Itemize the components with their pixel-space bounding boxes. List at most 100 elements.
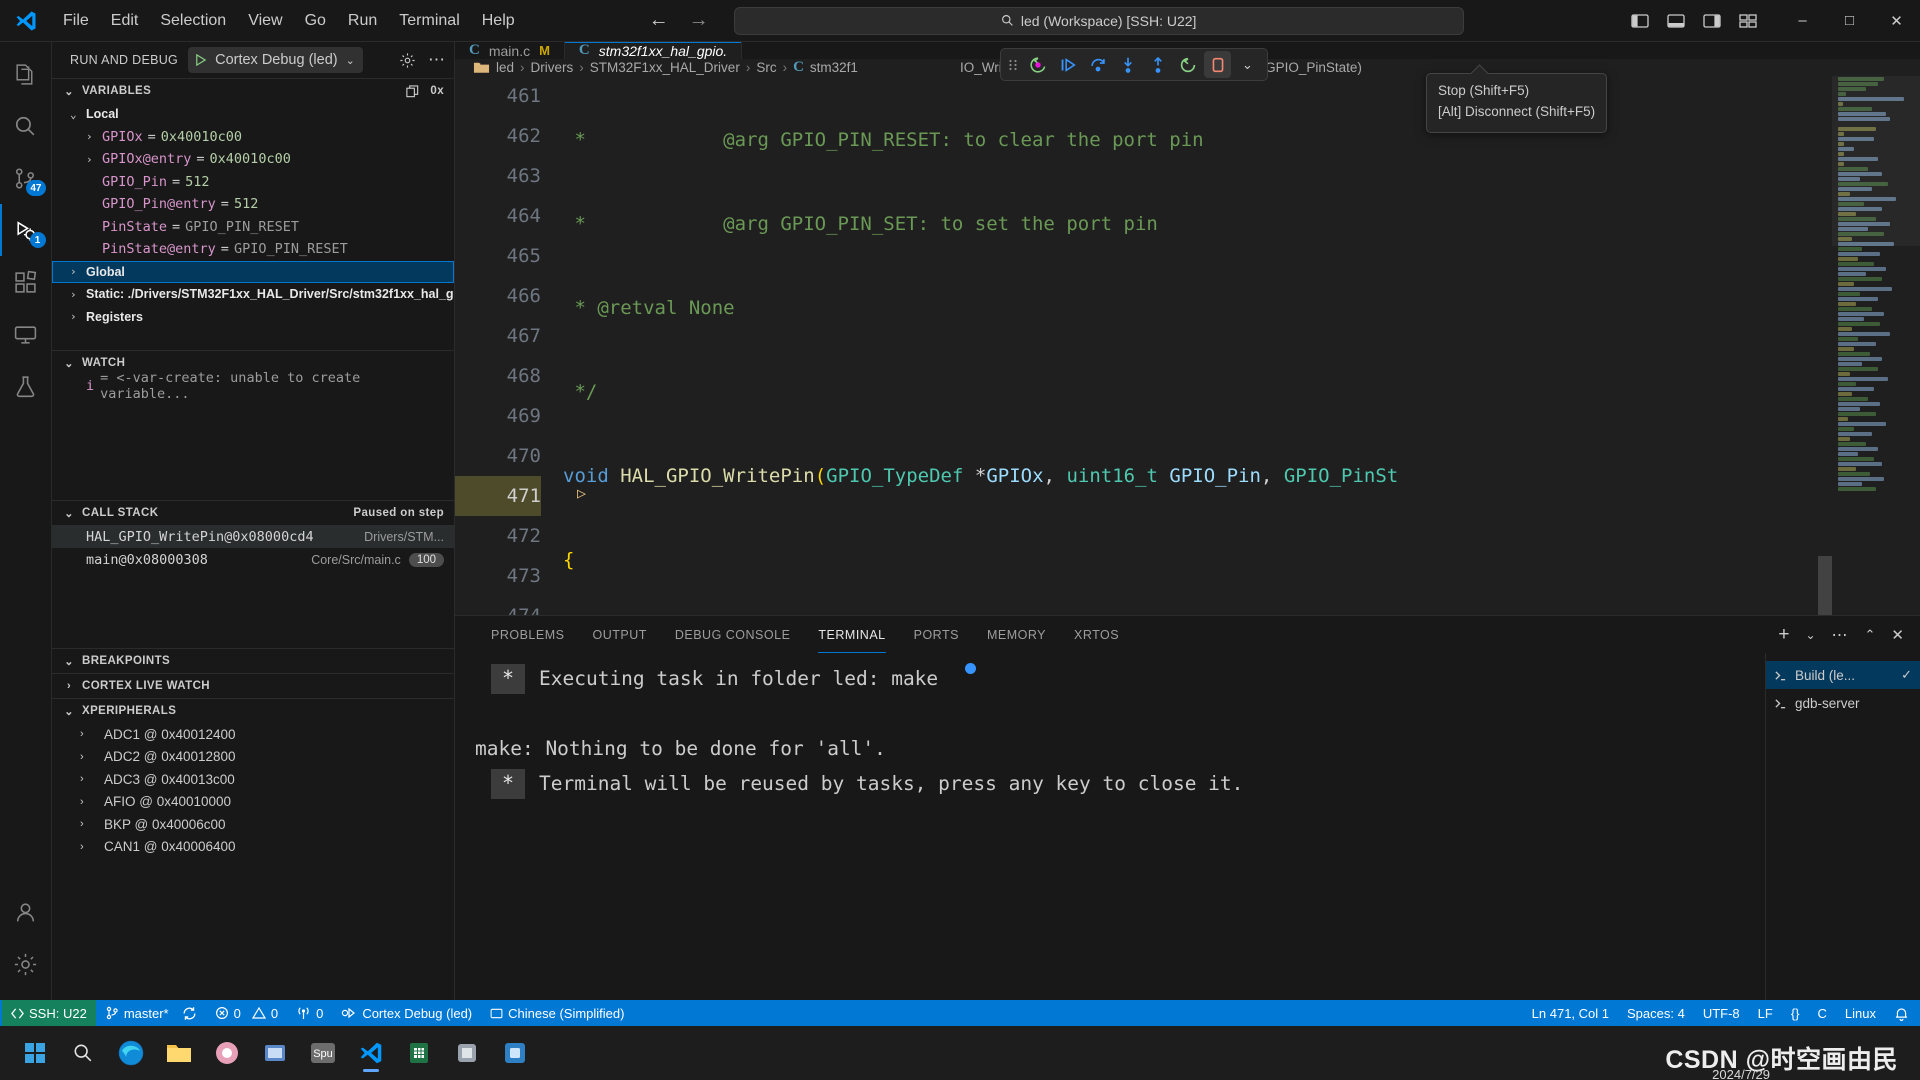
chevron-down-icon[interactable]: ⌄ [62,507,76,520]
restart-icon[interactable] [1024,51,1051,78]
split-chevron-icon[interactable]: ⌄ [1805,628,1815,642]
chevron-down-icon[interactable]: ⌄ [62,85,76,98]
scope-local[interactable]: ⌄ Local [52,103,454,126]
chevron-right-icon[interactable]: › [80,751,96,763]
step-over-icon[interactable] [1084,51,1111,78]
variable-row[interactable]: › GPIO_Pin@entry = 512 [52,193,454,216]
chevron-right-icon[interactable]: › [70,265,86,278]
settings-gear-icon[interactable] [0,938,52,990]
status-debug-config[interactable]: Cortex Debug (led) [332,1000,481,1026]
activity-explorer-icon[interactable] [0,48,52,100]
sync-icon[interactable] [182,1006,197,1021]
chevron-right-icon[interactable]: › [86,130,102,143]
status-radio-tower[interactable]: 0 [287,1000,332,1026]
activity-search-icon[interactable] [0,100,52,152]
menu-help[interactable]: Help [471,8,526,34]
cortex-live-watch-header[interactable]: › CORTEX LIVE WATCH [52,674,454,698]
peripheral-row[interactable]: ›ADC3 @ 0x40013c00 [52,768,454,791]
chevron-right-icon[interactable]: › [62,680,76,692]
pink-app-icon[interactable] [206,1032,248,1074]
watch-row[interactable]: i = <-var-create: unable to create varia… [52,375,454,397]
menu-run[interactable]: Run [337,8,388,34]
chevron-right-icon[interactable]: › [70,310,86,323]
spu-app-icon[interactable]: Spu [302,1032,344,1074]
launch-config-dropdown[interactable]: Cortex Debug (led) ⌄ [188,47,363,73]
editor-scrollbar[interactable] [1818,76,1832,615]
status-branch[interactable]: master* [96,1000,206,1026]
chevron-right-icon[interactable]: › [80,773,96,785]
activity-remote-explorer-icon[interactable] [0,308,52,360]
window-maximize-button[interactable]: □ [1826,0,1873,42]
chevron-down-icon[interactable]: ⌄ [1234,51,1261,78]
panel-tab-problems[interactable]: PROBLEMS [477,616,578,653]
new-terminal-icon[interactable]: + [1778,624,1789,646]
peripheral-row[interactable]: ›CAN1 @ 0x40006400 [52,836,454,859]
terminal-list-item-gdb-server[interactable]: gdb-server [1766,689,1920,717]
variable-row[interactable]: › PinState@entry = GPIO_PIN_RESET [52,238,454,261]
activity-testing-icon[interactable] [0,360,52,412]
blue-app-icon[interactable] [254,1032,296,1074]
editor-scrollbar-thumb[interactable] [1818,556,1832,615]
reset-icon[interactable] [1174,51,1201,78]
chevron-right-icon[interactable]: › [86,153,102,166]
ellipsis-icon[interactable]: ⋯ [1832,625,1849,645]
breadcrumb-item-drivers[interactable]: Drivers [531,60,574,75]
arrow-right-icon[interactable]: → [686,9,712,32]
breadcrumb-item-hal-driver[interactable]: STM32F1xx_HAL_Driver [590,60,740,75]
customize-layout-icon[interactable] [1739,13,1757,29]
status-encoding[interactable]: UTF-8 [1694,1000,1749,1026]
panel-tab-xrtos[interactable]: XRTOS [1060,616,1133,653]
callstack-header[interactable]: ⌄ CALL STACK Paused on step [52,501,454,525]
variables-header[interactable]: ⌄ VARIABLES 0x [52,79,454,103]
breadcrumb-item-file[interactable]: stm32f1 [810,60,858,75]
arrow-left-icon[interactable]: ← [646,9,672,32]
code-lines[interactable]: * @arg GPIO_PIN_RESET: to clear the port… [563,76,1920,615]
chevron-right-icon[interactable]: › [80,841,96,853]
file-explorer-icon[interactable] [158,1032,200,1074]
command-center-search[interactable]: led (Workspace) [SSH: U22] [734,7,1464,35]
panel-tab-terminal[interactable]: TERMINAL [804,616,899,653]
toggle-primary-sidebar-icon[interactable] [1631,13,1649,29]
scope-global[interactable]: › Global [52,261,454,284]
status-platform[interactable]: Linux [1836,1000,1885,1026]
peripheral-row[interactable]: ›BKP @ 0x40006c00 [52,813,454,836]
minimap-slider[interactable] [1832,76,1920,246]
grey-app-icon[interactable] [446,1032,488,1074]
status-eol[interactable]: LF [1749,1000,1782,1026]
peripheral-row[interactable]: ›ADC2 @ 0x40012800 [52,746,454,769]
stop-icon[interactable] [1204,51,1231,78]
editor-minimap[interactable] [1832,76,1920,615]
activity-run-and-debug-icon[interactable]: 1 [0,204,52,256]
chevron-right-icon[interactable]: › [80,796,96,808]
play-icon[interactable] [194,53,207,67]
chevron-down-icon[interactable]: ⌄ [346,54,355,67]
panel-tab-debug-console[interactable]: DEBUG CONSOLE [661,616,805,653]
editor-tab-main-c[interactable]: C main.c M [455,42,565,59]
menu-go[interactable]: Go [294,8,337,34]
panel-tab-ports[interactable]: PORTS [900,616,973,653]
drag-handle-icon[interactable] [1007,57,1021,73]
variable-row[interactable]: › PinState = GPIO_PIN_RESET [52,216,454,239]
breadcrumb-item-led[interactable]: led [496,60,514,75]
variable-row[interactable]: › GPIO_Pin = 512 [52,171,454,194]
callstack-frame-row[interactable]: main@0x08000308 Core/Src/main.c 100 [52,548,454,571]
chevron-down-icon[interactable]: ⌄ [62,705,76,718]
chevron-right-icon[interactable]: › [80,818,96,830]
variable-row[interactable]: › GPIOx = 0x40010c00 [52,126,454,149]
step-into-icon[interactable] [1114,51,1141,78]
status-indentation[interactable]: Spaces: 4 [1618,1000,1694,1026]
toggle-secondary-sidebar-icon[interactable] [1703,13,1721,29]
gear-icon[interactable] [399,52,416,69]
chevron-right-icon[interactable]: › [80,728,96,740]
close-panel-icon[interactable]: ✕ [1891,626,1904,644]
continue-icon[interactable] [1054,51,1081,78]
vscode-app-icon[interactable] [350,1032,392,1074]
edge-browser-icon[interactable] [110,1032,152,1074]
menu-selection[interactable]: Selection [149,8,237,34]
window-minimize-button[interactable]: – [1779,0,1826,42]
status-remote-host[interactable]: SSH: U22 [2,1000,96,1026]
status-language-mode-ime[interactable]: Chinese (Simplified) [481,1000,633,1026]
terminal-list-item-build[interactable]: Build (le... ✓ [1766,661,1920,689]
status-brackets[interactable]: {} [1782,1000,1809,1026]
editor-tab-stm32f1xx-hal-gpio[interactable]: C stm32f1xx_hal_gpio. [565,42,742,59]
